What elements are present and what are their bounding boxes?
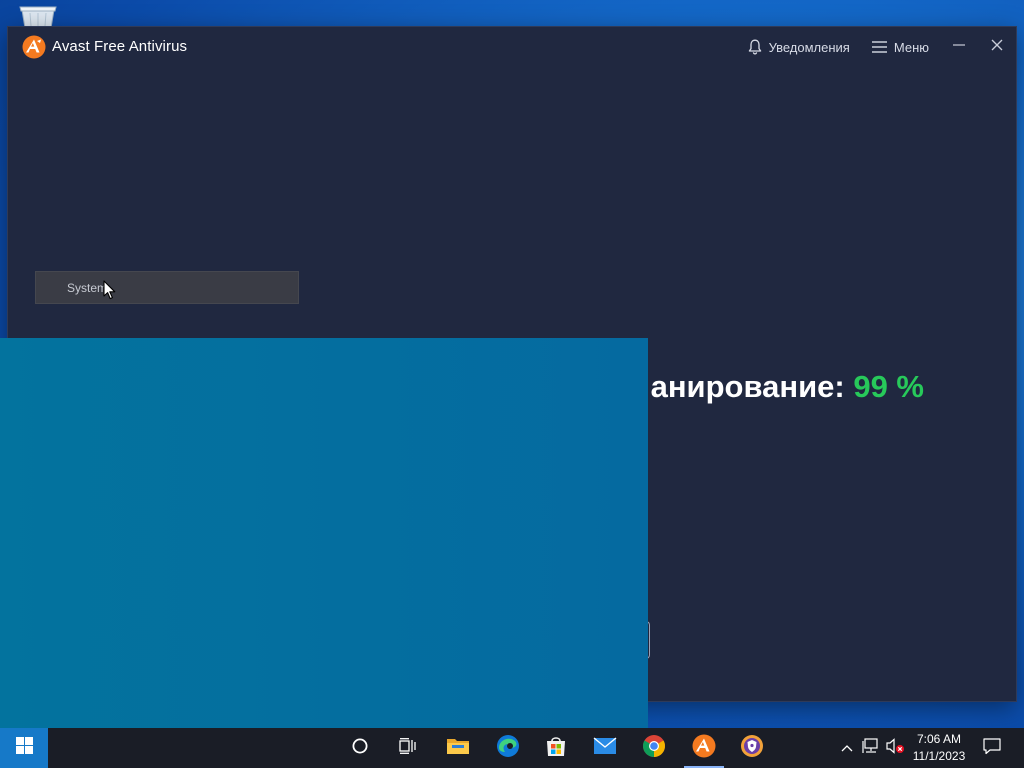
file-explorer-button[interactable] [434,728,482,768]
scan-status-heading: анирование: 99 % [651,369,924,405]
notifications-label: Уведомления [768,39,850,55]
app-title: Avast Free Antivirus [52,38,188,55]
overlay-window [0,338,648,730]
store-button[interactable] [532,728,580,768]
chevron-up-icon [841,739,853,757]
system-tooltip: System [35,271,299,304]
task-view-button[interactable] [384,728,432,768]
show-hidden-icons-button[interactable] [836,728,858,768]
mouse-cursor-icon [103,280,116,300]
close-icon [991,38,1003,56]
chrome-button[interactable] [630,728,678,768]
cortana-button[interactable] [336,728,384,768]
scan-status-text: анирование: [650,369,854,404]
action-center-icon [983,737,1001,760]
notifications-button[interactable]: Уведомления [737,27,861,67]
network-icon [862,737,880,759]
taskbar-search-area[interactable] [48,728,338,768]
avast-secure-browser-button[interactable] [728,728,776,768]
windows-logo-icon [15,737,33,759]
taskbar: 7:06 AM 11/1/2023 [0,728,1024,768]
close-button[interactable] [978,27,1016,67]
chrome-icon [642,734,666,763]
edge-button[interactable] [484,728,532,768]
clock-date: 11/1/2023 [912,749,966,763]
folder-icon [446,736,470,761]
bell-icon [748,39,762,55]
avast-taskbar-button[interactable] [680,728,728,768]
avast-secure-browser-icon [740,734,764,763]
start-button[interactable] [0,728,48,768]
cortana-icon [351,737,369,760]
volume-button[interactable] [884,728,906,768]
volume-muted-icon [885,737,905,759]
menu-button[interactable]: Меню [861,27,940,67]
network-button[interactable] [860,728,882,768]
scan-percent: 99 % [853,369,924,404]
clock-time: 7:06 AM [916,732,962,746]
minimize-button[interactable] [940,27,978,67]
edge-icon [496,734,520,763]
avast-icon [692,734,716,763]
store-icon [544,734,568,763]
recycle-bin-icon[interactable] [18,4,58,29]
hamburger-icon [871,41,887,53]
mail-icon [593,736,617,760]
minimize-icon [953,38,965,56]
title-bar[interactable]: Avast Free Antivirus Уведомления Меню [8,27,1016,67]
action-center-button[interactable] [976,728,1008,768]
task-view-icon [399,737,417,759]
mail-button[interactable] [581,728,629,768]
menu-label: Меню [893,39,929,55]
tooltip-text: System [67,280,108,295]
avast-logo-icon [22,35,46,59]
taskbar-clock[interactable]: 7:06 AM 11/1/2023 [906,731,972,765]
